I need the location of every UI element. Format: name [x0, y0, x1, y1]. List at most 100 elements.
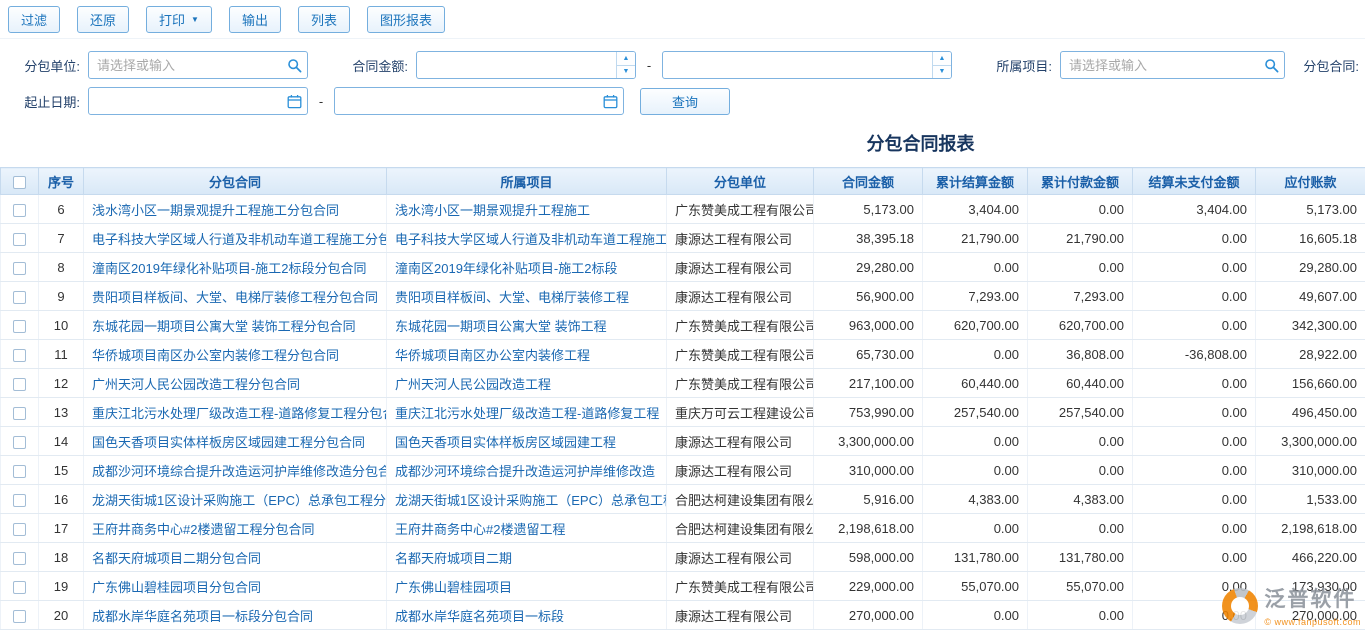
unpaid-amount-cell: 0.00: [1133, 427, 1256, 456]
contract-link[interactable]: 华侨城项目南区办公室内装修工程分包合同: [84, 340, 387, 369]
contract-link[interactable]: 广州天河人民公园改造工程分包合同: [84, 369, 387, 398]
list-view-button[interactable]: 列表: [298, 6, 350, 33]
row-checkbox[interactable]: [13, 291, 26, 304]
row-checkbox[interactable]: [13, 204, 26, 217]
project-link[interactable]: 浅水湾小区一期景观提升工程施工: [387, 195, 667, 224]
project-link[interactable]: 华侨城项目南区办公室内装修工程: [387, 340, 667, 369]
row-checkbox-cell: [1, 514, 39, 543]
contract-link[interactable]: 成都水岸华庭名苑项目一标段分包合同: [84, 601, 387, 630]
row-checkbox[interactable]: [13, 436, 26, 449]
project-link[interactable]: 贵阳项目样板间、大堂、电梯厅装修工程: [387, 282, 667, 311]
contract-link[interactable]: 国色天香项目实体样板房区域园建工程分包合同: [84, 427, 387, 456]
payable-cell: 173,930.00: [1256, 572, 1365, 601]
spinner-down-icon[interactable]: ▼: [617, 66, 635, 79]
calendar-icon[interactable]: [286, 93, 302, 109]
amount-min-input[interactable]: [416, 51, 636, 79]
contract-link[interactable]: 浅水湾小区一期景观提升工程施工分包合同: [84, 195, 387, 224]
project-link[interactable]: 潼南区2019年绿化补贴项目-施工2标段: [387, 253, 667, 282]
amount-min-spinner: ▲ ▼: [416, 51, 636, 79]
row-checkbox[interactable]: [13, 523, 26, 536]
contract-link[interactable]: 电子科技大学区域人行道及非机动车道工程施工分包合同: [84, 224, 387, 253]
date-from-input[interactable]: [88, 87, 308, 115]
row-checkbox-cell: [1, 253, 39, 282]
filter-button[interactable]: 过滤: [8, 6, 60, 33]
project-link[interactable]: 龙湖天街城1区设计采购施工（EPC）总承包工程: [387, 485, 667, 514]
export-button[interactable]: 输出: [229, 6, 281, 33]
settled-amount-cell: 131,780.00: [923, 543, 1028, 572]
project-link[interactable]: 王府井商务中心#2楼遗留工程: [387, 514, 667, 543]
search-icon[interactable]: [1263, 57, 1279, 73]
row-checkbox[interactable]: [13, 610, 26, 623]
unit-cell: 康源达工程有限公司: [667, 282, 814, 311]
project-link[interactable]: 电子科技大学区域人行道及非机动车道工程施工: [387, 224, 667, 253]
table-body: 6浅水湾小区一期景观提升工程施工分包合同浅水湾小区一期景观提升工程施工广东赞美成…: [1, 195, 1365, 630]
project-link[interactable]: 东城花园一期项目公寓大堂 装饰工程: [387, 311, 667, 340]
table-row: 12广州天河人民公园改造工程分包合同广州天河人民公园改造工程广东赞美成工程有限公…: [1, 369, 1365, 398]
row-checkbox[interactable]: [13, 233, 26, 246]
unpaid-amount-cell: -36,808.00: [1133, 340, 1256, 369]
unpaid-amount-cell: 0.00: [1133, 311, 1256, 340]
report-table: 序号 分包合同 所属项目 分包单位 合同金额 累计结算金额 累计付款金额 结算未…: [0, 167, 1365, 630]
print-button[interactable]: 打印▼: [146, 6, 212, 33]
project-input[interactable]: [1060, 51, 1285, 79]
contract-link[interactable]: 潼南区2019年绿化补贴项目-施工2标段分包合同: [84, 253, 387, 282]
payable-cell: 496,450.00: [1256, 398, 1365, 427]
contract-amount-label: 合同金额:: [308, 56, 416, 75]
spinner-up-icon[interactable]: ▲: [933, 52, 951, 66]
amount-max-input[interactable]: [662, 51, 952, 79]
row-checkbox[interactable]: [13, 465, 26, 478]
payable-cell: 29,280.00: [1256, 253, 1365, 282]
project-link[interactable]: 成都水岸华庭名苑项目一标段: [387, 601, 667, 630]
row-checkbox[interactable]: [13, 581, 26, 594]
paid-amount-cell: 60,440.00: [1028, 369, 1133, 398]
project-link[interactable]: 重庆江北污水处理厂级改造工程-道路修复工程: [387, 398, 667, 427]
date-to-input[interactable]: [334, 87, 624, 115]
project-link[interactable]: 名都天府城项目二期: [387, 543, 667, 572]
contract-link[interactable]: 东城花园一期项目公寓大堂 装饰工程分包合同: [84, 311, 387, 340]
contract-link[interactable]: 龙湖天街城1区设计采购施工（EPC）总承包工程分包合同: [84, 485, 387, 514]
row-checkbox-cell: [1, 340, 39, 369]
unit-cell: 合肥达柯建设集团有限公司: [667, 514, 814, 543]
subcontract-unit-input[interactable]: [88, 51, 308, 79]
contract-link[interactable]: 重庆江北污水处理厂级改造工程-道路修复工程分包合同: [84, 398, 387, 427]
contract-link[interactable]: 广东佛山碧桂园项目分包合同: [84, 572, 387, 601]
project-link[interactable]: 广州天河人民公园改造工程: [387, 369, 667, 398]
project-link[interactable]: 广东佛山碧桂园项目: [387, 572, 667, 601]
row-checkbox[interactable]: [13, 262, 26, 275]
paid-amount-cell: 257,540.00: [1028, 398, 1133, 427]
calendar-icon[interactable]: [602, 93, 618, 109]
chevron-down-icon: ▼: [191, 16, 199, 24]
project-link[interactable]: 国色天香项目实体样板房区域园建工程: [387, 427, 667, 456]
unpaid-amount-cell: 0.00: [1133, 485, 1256, 514]
search-button[interactable]: 查询: [640, 88, 730, 115]
spinner-down-icon[interactable]: ▼: [933, 66, 951, 79]
row-checkbox-cell: [1, 485, 39, 514]
project-link[interactable]: 成都沙河环境综合提升改造运河护岸维修改造: [387, 456, 667, 485]
spinner-up-icon[interactable]: ▲: [617, 52, 635, 66]
reset-button[interactable]: 还原: [77, 6, 129, 33]
filter-row-1: 分包单位: 合同金额: ▲ ▼ - ▲ ▼ 所属项目:: [0, 51, 1365, 79]
export-button-label: 输出: [242, 10, 268, 29]
unit-cell: 康源达工程有限公司: [667, 427, 814, 456]
unpaid-amount-cell: 3,404.00: [1133, 195, 1256, 224]
date-to-picker: [334, 87, 624, 115]
row-checkbox[interactable]: [13, 494, 26, 507]
graph-report-button[interactable]: 图形报表: [367, 6, 445, 33]
filter-button-label: 过滤: [21, 10, 47, 29]
row-checkbox[interactable]: [13, 378, 26, 391]
row-checkbox[interactable]: [13, 407, 26, 420]
paid-amount-cell: 0.00: [1028, 514, 1133, 543]
unpaid-amount-cell: 0.00: [1133, 601, 1256, 630]
row-checkbox[interactable]: [13, 320, 26, 333]
row-checkbox-cell: [1, 311, 39, 340]
select-all-checkbox[interactable]: [13, 176, 26, 189]
contract-link[interactable]: 贵阳项目样板间、大堂、电梯厅装修工程分包合同: [84, 282, 387, 311]
unit-cell: 康源达工程有限公司: [667, 253, 814, 282]
contract-link[interactable]: 王府井商务中心#2楼遗留工程分包合同: [84, 514, 387, 543]
search-icon[interactable]: [286, 57, 302, 73]
row-checkbox[interactable]: [13, 349, 26, 362]
row-checkbox[interactable]: [13, 552, 26, 565]
filter-row-2: 起止日期: - 查询: [0, 87, 1365, 115]
contract-link[interactable]: 名都天府城项目二期分包合同: [84, 543, 387, 572]
contract-link[interactable]: 成都沙河环境综合提升改造运河护岸维修改造分包合同: [84, 456, 387, 485]
